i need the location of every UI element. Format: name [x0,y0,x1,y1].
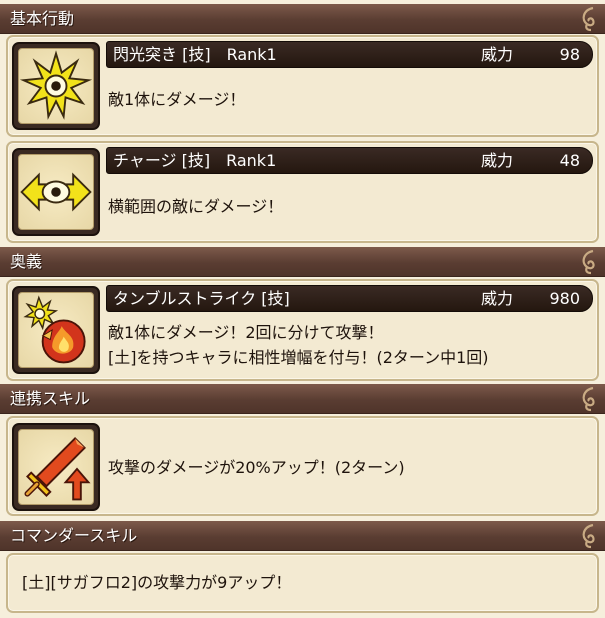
power-value: 48 [559,151,580,170]
star-burst-icon [12,42,100,130]
skill-description: 敵1体にダメージ！ [108,90,246,109]
power-label: 威力 [481,151,514,170]
skill-description-line-1: 敵1体にダメージ！2回に分けて攻撃！ [108,323,384,342]
skill-name: チャージ [技] Rank1 [113,151,277,170]
skill-name-bar: チャージ [技] Rank1 威力 48 [106,147,593,174]
eye-arrow-icon [12,148,100,236]
skill-name-bar: 閃光突き [技] Rank1 威力 98 [106,41,593,68]
link-skill-description: 攻撃のダメージが20%アップ！(2ターン) [108,458,405,477]
skill-name-bar: タンブルストライク [技] 威力 980 [106,285,593,312]
commander-skill-description: [土][サガフロ2]の攻撃力が9アップ！ [22,573,292,592]
skill-description: 横範囲の敵にダメージ！ [108,197,284,216]
link-skill-card[interactable]: 攻撃のダメージが20%アップ！(2ターン) [6,416,599,516]
scroll-curl-icon [582,523,595,549]
skill-card-3[interactable]: タンブルストライク [技] 威力 980 敵1体にダメージ！2回に分けて攻撃！ … [6,279,599,381]
section-header-commander: コマンダースキル [0,521,605,551]
skill-detail-panel: 基本行動 閃光突き [技] Rank1 威力 98 敵1体にダメージ！ チャージ… [0,0,605,618]
skill-name: タンブルストライク [技] [113,289,290,308]
scroll-curl-icon [582,249,595,275]
commander-skill-card[interactable]: [土][サガフロ2]の攻撃力が9アップ！ [6,553,599,613]
power-label: 威力 [481,289,514,308]
burst-fire-icon [12,286,100,374]
section-title: 基本行動 [10,9,75,28]
section-title: 奥義 [10,252,43,271]
section-header-ougi: 奥義 [0,247,605,277]
section-title: コマンダースキル [10,526,138,545]
skill-name: 閃光突き [技] Rank1 [113,45,277,64]
power-label: 威力 [481,45,514,64]
skill-description-line-2: [土]を持つキャラに相性増幅を付与！(2ターン中1回) [108,348,489,367]
skill-card-2[interactable]: チャージ [技] Rank1 威力 48 横範囲の敵にダメージ！ [6,141,599,243]
section-title: 連携スキル [10,389,91,408]
power-value: 98 [559,45,580,64]
section-header-basic: 基本行動 [0,4,605,34]
section-header-link: 連携スキル [0,384,605,414]
sword-up-icon [12,423,100,511]
scroll-curl-icon [582,386,595,412]
skill-card-1[interactable]: 閃光突き [技] Rank1 威力 98 敵1体にダメージ！ [6,35,599,137]
power-value: 980 [549,289,580,308]
scroll-curl-icon [582,6,595,32]
